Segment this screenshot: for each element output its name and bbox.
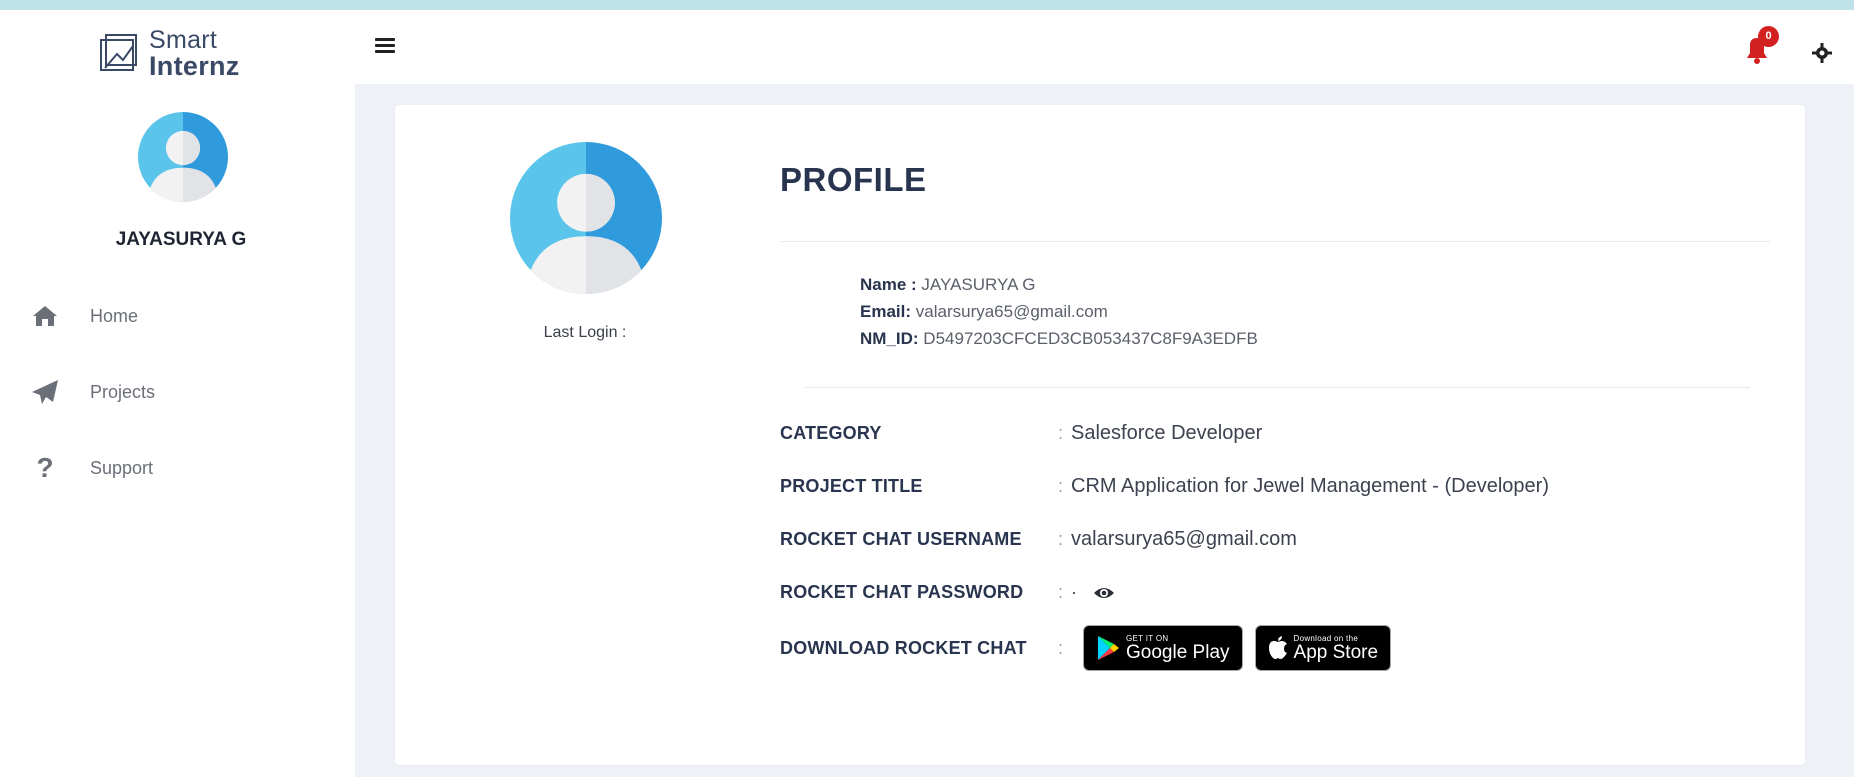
top-bar: 0: [355, 10, 1854, 85]
divider: [805, 387, 1750, 388]
google-play-button[interactable]: GET IT ON Google Play: [1083, 625, 1243, 671]
password-value: ·: [1071, 582, 1078, 602]
logo-mark-icon: [100, 34, 137, 71]
google-play-label: Google Play: [1126, 641, 1230, 663]
main-content: Last Login : PROFILE Name : JAYASURYA G …: [355, 85, 1854, 777]
profile-card: Last Login : PROFILE Name : JAYASURYA G …: [395, 105, 1805, 765]
divider: [780, 241, 1770, 242]
nmid-line: NM_ID: D5497203CFCED3CB053437C8F9A3EDFB: [860, 325, 1258, 352]
email-label: Email:: [860, 302, 912, 321]
sidebar-item-label: Home: [90, 305, 139, 326]
name-value: JAYASURYA G: [921, 275, 1036, 294]
sidebar-username: JAYASURYA G: [115, 229, 247, 250]
apple-icon: [1268, 636, 1287, 659]
detail-row-rocket-password: ROCKET CHAT PASSWORD : ·: [780, 566, 1549, 619]
nmid-value: D5497203CFCED3CB053437C8F9A3EDFB: [923, 329, 1258, 348]
question-icon: ?: [36, 452, 54, 483]
detail-label: CATEGORY: [780, 423, 882, 443]
brand-logo[interactable]: Smart Internz: [97, 28, 240, 80]
detail-value: valarsurya65@gmail.com: [1071, 528, 1297, 550]
brand-line2: Internz: [149, 51, 240, 81]
detail-label: ROCKET CHAT PASSWORD: [780, 582, 1024, 602]
name-line: Name : JAYASURYA G: [860, 271, 1258, 298]
sidebar-nav: Home Projects ? Support: [30, 278, 155, 506]
detail-label: PROJECT TITLE: [780, 476, 923, 496]
last-login-label: Last Login :: [543, 324, 627, 341]
email-line: Email: valarsurya65@gmail.com: [860, 298, 1258, 325]
sidebar-item-projects[interactable]: Projects: [30, 354, 155, 430]
profile-info: Name : JAYASURYA G Email: valarsurya65@g…: [860, 271, 1258, 352]
notification-badge: 0: [1758, 26, 1779, 47]
detail-label: ROCKET CHAT USERNAME: [780, 529, 1022, 549]
menu-toggle-icon[interactable]: [375, 38, 395, 54]
page-title: PROFILE: [780, 161, 927, 198]
sidebar-item-label: Projects: [90, 381, 156, 402]
email-value: valarsurya65@gmail.com: [915, 302, 1108, 321]
app-store-button[interactable]: Download on the App Store: [1254, 625, 1392, 671]
gear-icon[interactable]: [1812, 43, 1832, 63]
detail-row-download: DOWNLOAD ROCKET CHAT : GET IT ON Google …: [780, 619, 1549, 677]
top-accent-strip: [0, 0, 1854, 10]
home-icon: [30, 301, 60, 331]
paper-plane-icon: [30, 377, 60, 407]
profile-avatar: [510, 142, 662, 294]
nmid-label: NM_ID:: [860, 329, 919, 348]
detail-value: Salesforce Developer: [1071, 422, 1263, 444]
sidebar-avatar: [138, 112, 228, 202]
detail-value: CRM Application for Jewel Management - (…: [1071, 475, 1549, 497]
eye-icon[interactable]: [1093, 585, 1115, 601]
sidebar-item-support[interactable]: ? Support: [30, 430, 155, 506]
sidebar-item-label: Support: [90, 457, 154, 478]
detail-label: DOWNLOAD ROCKET CHAT: [780, 637, 1027, 658]
name-label: Name :: [860, 275, 917, 294]
sidebar-item-home[interactable]: Home: [30, 278, 155, 354]
detail-row-rocket-username: ROCKET CHAT USERNAME : valarsurya65@gmai…: [780, 528, 1297, 550]
details-list: CATEGORY : Salesforce Developer PROJECT …: [780, 407, 1549, 677]
detail-row-category: CATEGORY : Salesforce Developer: [780, 422, 1263, 444]
brand-line1: Smart: [149, 26, 218, 54]
detail-row-project-title: PROJECT TITLE : CRM Application for Jewe…: [780, 475, 1549, 497]
google-play-icon: [1098, 636, 1120, 660]
sidebar: Smart Internz JAYASURYA G Home Projects: [0, 10, 355, 777]
app-store-label: App Store: [1293, 641, 1379, 663]
